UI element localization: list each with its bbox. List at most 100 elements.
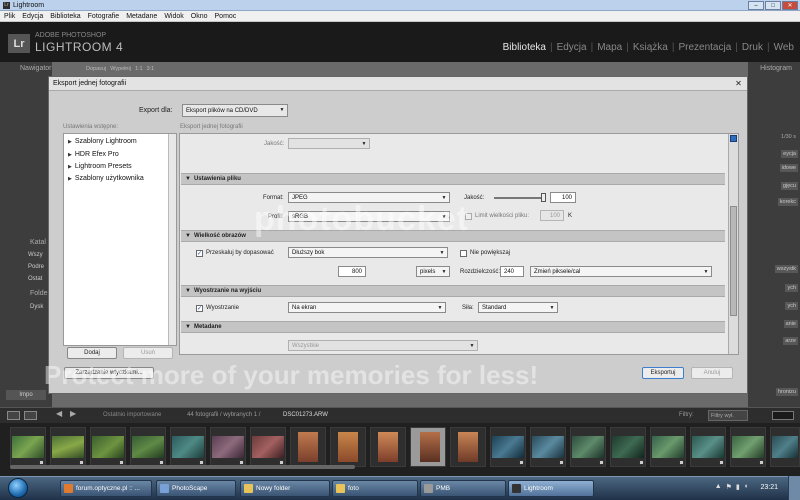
minimize-button[interactable]: – — [748, 1, 764, 10]
histogram-header[interactable]: Histogram — [760, 65, 792, 72]
nav-mode-3to1[interactable]: 3:1 — [147, 66, 155, 72]
quality-slider-track[interactable] — [494, 197, 544, 199]
menu-pomoc[interactable]: Pomoc — [215, 13, 237, 20]
flag-icon[interactable]: ⚑ — [726, 483, 732, 491]
filmstrip-toggle-icon[interactable] — [772, 411, 794, 420]
menu-widok[interactable]: Widok — [164, 13, 183, 20]
filmstrip-thumb[interactable] — [170, 427, 206, 467]
filmstrip-thumb[interactable] — [450, 427, 486, 467]
filmstrip-thumb[interactable] — [490, 427, 526, 467]
preset-folder[interactable]: ▶ Szablony Lightroom — [68, 138, 137, 145]
grid-view-icon[interactable] — [7, 411, 20, 420]
menu-plik[interactable]: Plik — [4, 13, 15, 20]
sharpen-checkbox[interactable]: ✓ — [196, 305, 203, 312]
remove-preset-button[interactable]: Usuń — [123, 347, 173, 359]
nav-mode-1to1[interactable]: 1:1 — [135, 66, 143, 72]
folders-header[interactable]: Folde — [30, 290, 48, 297]
network-icon[interactable]: ▮ — [736, 483, 740, 491]
export-to-select[interactable]: Eksport plików na CD/DVD ▼ — [182, 104, 288, 117]
sharpening-header[interactable]: ▼ Wyostrzanie na wyjściu — [181, 285, 725, 297]
panel-item[interactable]: gjęcu — [780, 182, 798, 190]
limit-size-input[interactable]: 100 — [540, 210, 564, 221]
start-button[interactable] — [8, 478, 28, 498]
filmstrip-thumb[interactable] — [370, 427, 406, 467]
taskbar-item[interactable]: foto — [332, 480, 418, 497]
menu-biblioteka[interactable]: Biblioteka — [50, 13, 80, 20]
clock[interactable]: 23:21 — [760, 484, 778, 491]
size-units-select[interactable]: pixels ▼ — [416, 266, 450, 277]
filename[interactable]: DSC01273.ARW — [283, 412, 328, 418]
module-edycja[interactable]: Edycja — [557, 42, 587, 53]
import-button[interactable]: Impo — [6, 390, 46, 400]
metadata-select[interactable]: Wszystkie ▼ — [288, 340, 478, 351]
metadata-header[interactable]: ▼ Metadane — [181, 321, 725, 333]
navigator-header[interactable]: Nawigator — [20, 65, 52, 72]
filmstrip-scrollbar[interactable] — [10, 465, 355, 469]
module-prezentacja[interactable]: Prezentacja — [678, 42, 731, 53]
sharpen-for-select[interactable]: Na ekran ▼ — [288, 302, 446, 313]
module-druk[interactable]: Druk — [742, 42, 763, 53]
panel-item[interactable]: eycja — [781, 150, 798, 158]
preset-folder[interactable]: ▶ HDR Efex Pro — [68, 151, 119, 158]
nav-mode-fit[interactable]: Dopasuj — [86, 66, 106, 72]
resize-checkbox[interactable]: ✓ — [196, 250, 203, 257]
back-arrow-icon[interactable]: ◀ — [56, 409, 62, 418]
catalog-item[interactable]: Podre — [28, 264, 44, 270]
filmstrip-thumb[interactable] — [570, 427, 606, 467]
presets-scrollbar[interactable] — [168, 134, 176, 345]
module-web[interactable]: Web — [774, 42, 794, 53]
filmstrip-thumb[interactable] — [650, 427, 686, 467]
module-biblioteka[interactable]: Biblioteka — [503, 42, 546, 53]
tray-arrow-icon[interactable]: ▲ — [715, 483, 722, 491]
dialog-close-icon[interactable]: ✕ — [734, 79, 743, 88]
add-preset-button[interactable]: Dodaj — [67, 347, 117, 359]
filmstrip-thumb[interactable] — [290, 427, 326, 467]
filmstrip-thumb[interactable] — [10, 427, 46, 467]
close-window-button[interactable]: ✕ — [782, 1, 798, 10]
taskbar-item[interactable]: forum.optyczne.pl :: ... — [60, 480, 152, 497]
module-ksiazka[interactable]: Książka — [633, 42, 668, 53]
nav-mode-fill[interactable]: Wypełnij — [110, 66, 131, 72]
filmstrip-thumb[interactable] — [530, 427, 566, 467]
filmstrip-thumb[interactable] — [730, 427, 766, 467]
preset-folder[interactable]: ▶ Szablony użytkownika — [68, 175, 144, 182]
maximize-button[interactable]: □ — [765, 1, 781, 10]
resolution-unit-select[interactable]: Zmień piksele/cal ▼ — [530, 266, 712, 277]
settings-scrollbar[interactable] — [728, 134, 738, 354]
quality-slider-knob[interactable] — [541, 193, 546, 202]
taskbar-item[interactable]: Nowy folder — [240, 480, 330, 497]
module-mapa[interactable]: Mapa — [597, 42, 622, 53]
sync-button[interactable]: hronizu — [775, 388, 798, 396]
file-settings-header[interactable]: ▼ Ustawienia pliku — [181, 173, 725, 185]
scroll-up-icon[interactable] — [730, 135, 737, 142]
folder-item[interactable]: Dysk — [30, 304, 43, 310]
catalog-header[interactable]: Katal — [30, 239, 46, 246]
taskbar-item-active[interactable]: Lightroom — [508, 480, 594, 497]
quality-input[interactable]: 100 — [550, 192, 576, 203]
panel-item[interactable]: idowe — [779, 164, 798, 172]
no-enlarge-checkbox[interactable] — [460, 250, 467, 257]
settings-scroll-thumb[interactable] — [730, 206, 737, 316]
taskbar-item[interactable]: PhotoScape — [156, 480, 236, 497]
show-desktop-button[interactable] — [788, 476, 800, 500]
filmstrip-thumb[interactable] — [250, 427, 286, 467]
filmstrip-thumb[interactable] — [210, 427, 246, 467]
filmstrip-thumb[interactable] — [130, 427, 166, 467]
filmstrip-thumb[interactable] — [610, 427, 646, 467]
panel-item[interactable]: korekc — [777, 198, 798, 206]
source-label[interactable]: Ostatnio importowane — [103, 412, 161, 418]
panel-item[interactable]: anie — [783, 320, 798, 328]
volume-icon[interactable]: ◖ — [744, 483, 748, 491]
forward-arrow-icon[interactable]: ▶ — [70, 409, 76, 418]
taskbar-item[interactable]: PMB — [420, 480, 506, 497]
filmstrip-thumb[interactable] — [90, 427, 126, 467]
preset-folder[interactable]: ▶ Lightroom Presets — [68, 163, 132, 170]
menu-metadane[interactable]: Metadane — [126, 13, 157, 20]
filmstrip-thumb-selected[interactable] — [410, 427, 446, 467]
menu-edycja[interactable]: Edycja — [22, 13, 43, 20]
resize-mode-select[interactable]: Dłuższy bok ▼ — [288, 247, 448, 258]
menu-okno[interactable]: Okno — [191, 13, 208, 20]
filmstrip-thumb[interactable] — [330, 427, 366, 467]
catalog-item[interactable]: Ostat — [28, 276, 42, 282]
catalog-item[interactable]: Wszy — [28, 252, 43, 258]
